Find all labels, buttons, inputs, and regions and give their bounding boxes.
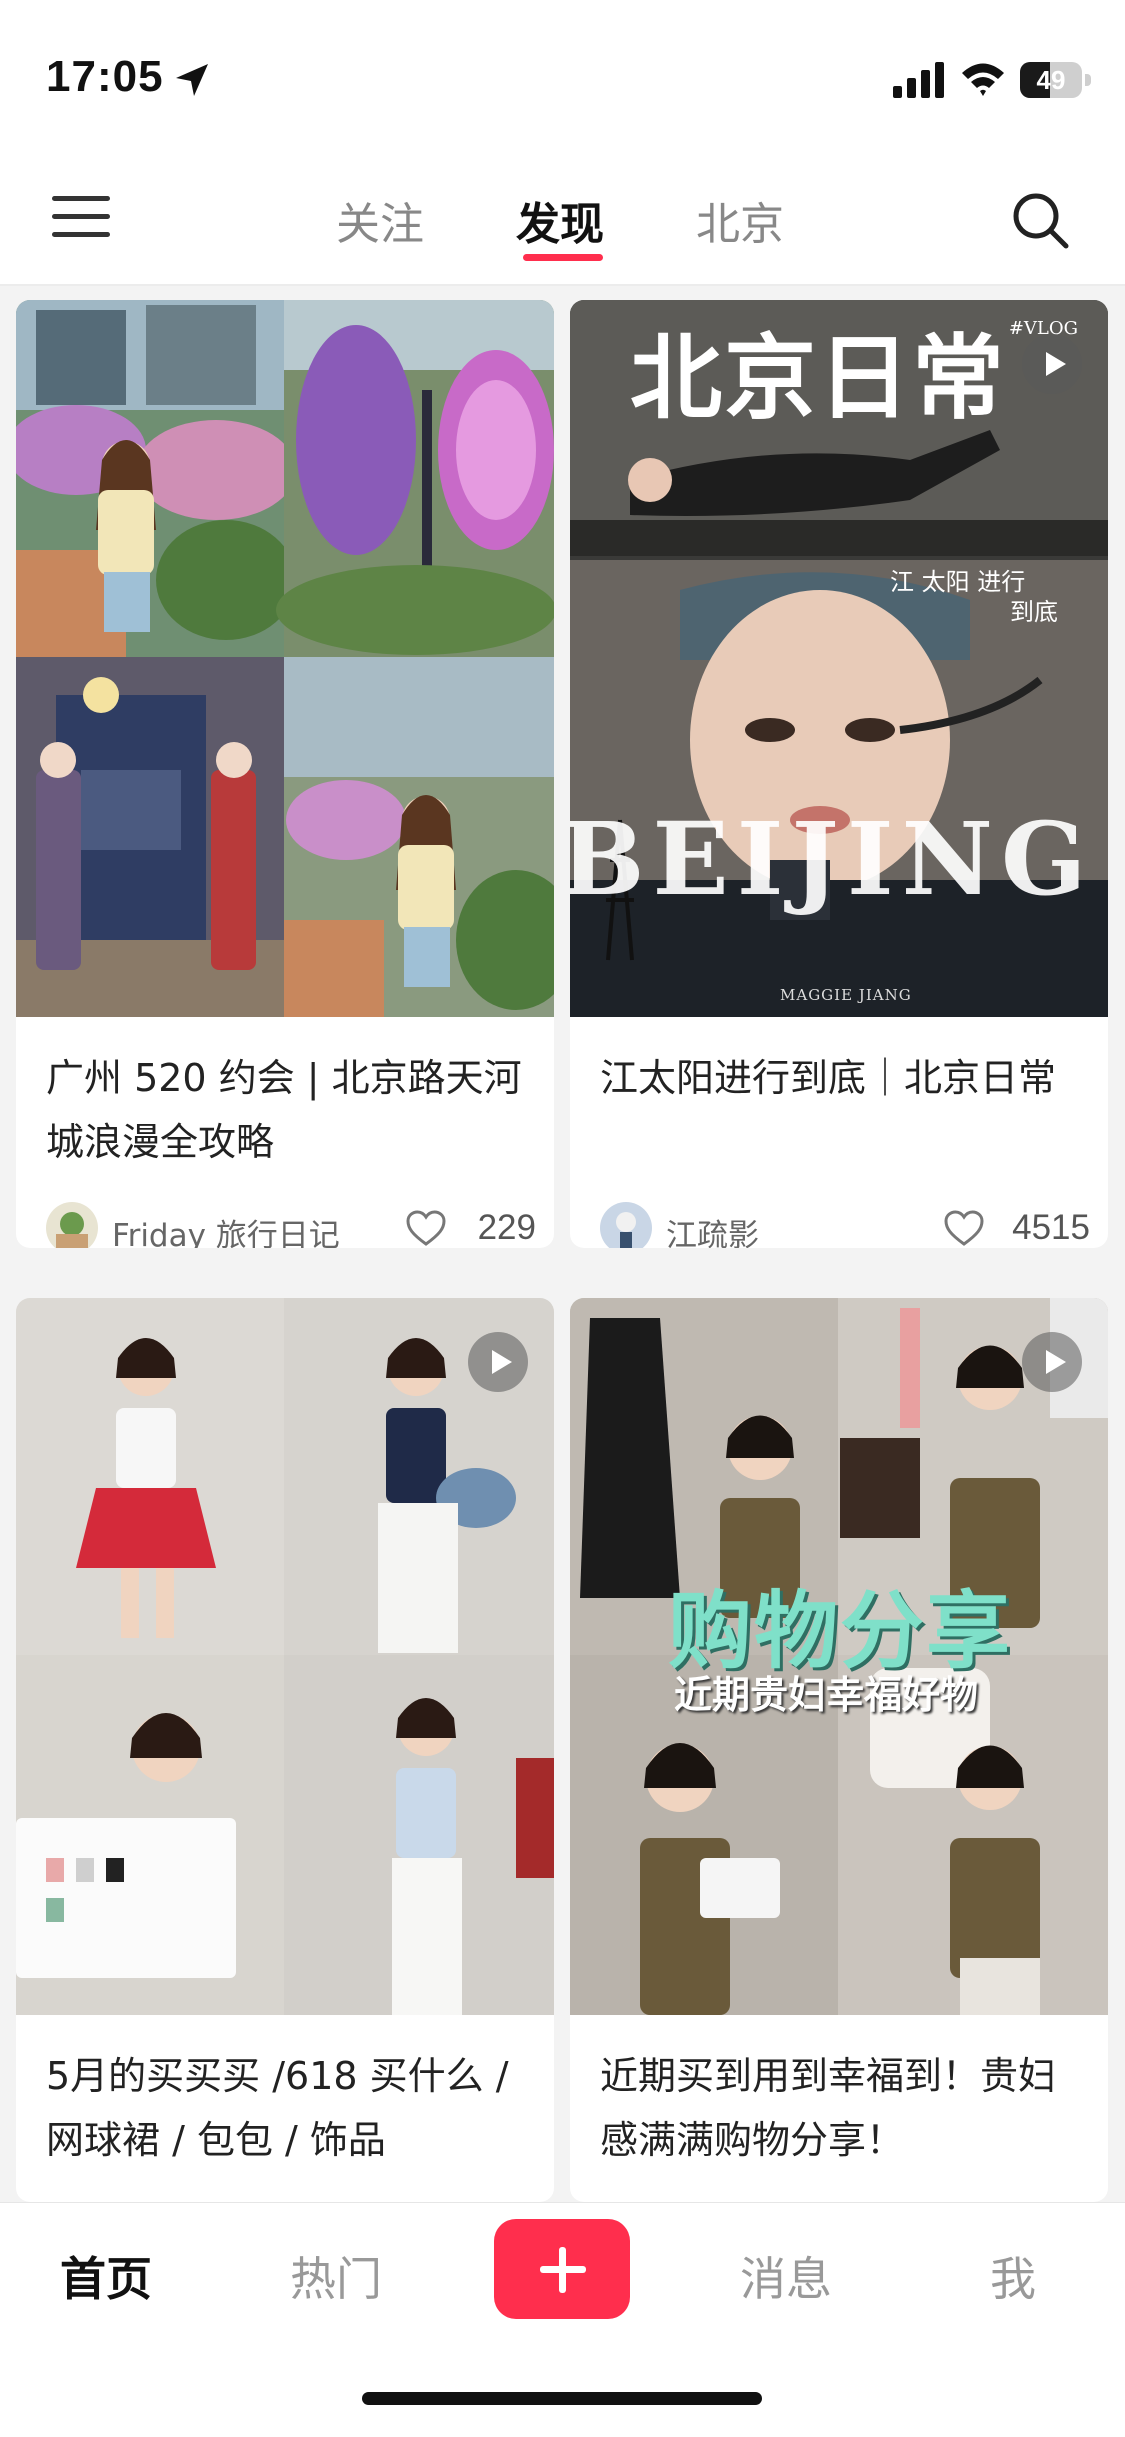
like-count: 4515 bbox=[1012, 1208, 1090, 1247]
feed-card[interactable]: 购物分享 近期贵妇幸福好物 近期买到用到幸福到！贵妇感满满购物分享！ bbox=[570, 1298, 1108, 2202]
battery-percent: 49 bbox=[1036, 65, 1066, 95]
cover-headline: 北京日常 bbox=[630, 324, 1007, 432]
top-nav: 关注 发现 北京 bbox=[0, 150, 1125, 286]
cover-line2: 到底 bbox=[1010, 598, 1058, 626]
card-meta: 江疏影 4515 bbox=[600, 1202, 1090, 1248]
create-post-button[interactable] bbox=[494, 2219, 630, 2319]
tab-trending[interactable]: 热门 bbox=[290, 2243, 382, 2309]
menu-icon[interactable] bbox=[52, 192, 112, 242]
card-cover-image[interactable] bbox=[16, 300, 554, 1017]
card-meta: Friday 旅行日记 229 bbox=[46, 1202, 536, 1248]
active-tab-indicator bbox=[523, 254, 603, 261]
tab-discover[interactable]: 发现 bbox=[516, 188, 604, 252]
feed-card[interactable]: 5月的买买买 /618 买什么 / 网球裙 / 包包 / 饰品 bbox=[16, 1298, 554, 2202]
heart-icon[interactable] bbox=[406, 1210, 446, 1248]
search-icon[interactable] bbox=[1010, 190, 1070, 250]
card-title[interactable]: 5月的买买买 /618 买什么 / 网球裙 / 包包 / 饰品 bbox=[46, 2044, 536, 2172]
video-play-icon bbox=[468, 1332, 528, 1392]
wifi-icon bbox=[962, 63, 1004, 96]
feed-card[interactable]: 广州 520 约会 | 北京路天河城浪漫全攻略 Friday 旅行日记 229 bbox=[16, 300, 554, 1248]
tab-following[interactable]: 关注 bbox=[336, 188, 424, 252]
avatar[interactable] bbox=[46, 1202, 98, 1248]
cellular-signal-icon bbox=[893, 62, 944, 98]
battery-icon: 49 bbox=[1020, 62, 1092, 98]
heart-icon[interactable] bbox=[944, 1210, 984, 1248]
author-name[interactable]: Friday 旅行日记 bbox=[112, 1210, 340, 1248]
avatar[interactable] bbox=[600, 1202, 652, 1248]
status-time: 17:05 bbox=[46, 52, 164, 101]
location-arrow-icon bbox=[176, 64, 208, 96]
like-count: 229 bbox=[477, 1208, 536, 1247]
cover-line1: 江 太阳 进行 bbox=[890, 568, 1026, 596]
tab-home[interactable]: 首页 bbox=[60, 2243, 152, 2309]
feed-card[interactable]: 北京日常 #VLOG 江 太阳 进行 到底 BEIJING MAGGIE JIA… bbox=[570, 300, 1108, 1248]
cover-subtitle: 近期贵妇幸福好物 bbox=[674, 1673, 979, 1717]
home-indicator bbox=[362, 2392, 762, 2405]
cover-collage bbox=[16, 300, 554, 1017]
author-name[interactable]: 江疏影 bbox=[666, 1210, 759, 1248]
video-play-icon bbox=[1022, 1332, 1082, 1392]
card-title[interactable]: 广州 520 约会 | 北京路天河城浪漫全攻略 bbox=[46, 1046, 536, 1174]
card-cover-image[interactable]: 购物分享 近期贵妇幸福好物 bbox=[570, 1298, 1108, 2015]
card-cover-image[interactable]: 北京日常 #VLOG 江 太阳 进行 到底 BEIJING MAGGIE JIA… bbox=[570, 300, 1108, 1017]
card-title[interactable]: 近期买到用到幸福到！贵妇感满满购物分享！ bbox=[600, 2044, 1090, 2172]
cover-collage bbox=[16, 1298, 554, 2015]
card-cover-image[interactable] bbox=[16, 1298, 554, 2015]
video-play-icon bbox=[1022, 334, 1082, 394]
cover-big-text: BEIJING bbox=[570, 800, 1095, 918]
cover-credit: MAGGIE JIANG bbox=[780, 986, 912, 1004]
tab-messages[interactable]: 消息 bbox=[740, 2243, 832, 2309]
card-title[interactable]: 江太阳进行到底｜北京日常 bbox=[600, 1046, 1090, 1110]
tab-beijing[interactable]: 北京 bbox=[696, 188, 784, 252]
status-bar: 17:05 49 bbox=[0, 0, 1125, 150]
tab-me[interactable]: 我 bbox=[990, 2243, 1036, 2309]
